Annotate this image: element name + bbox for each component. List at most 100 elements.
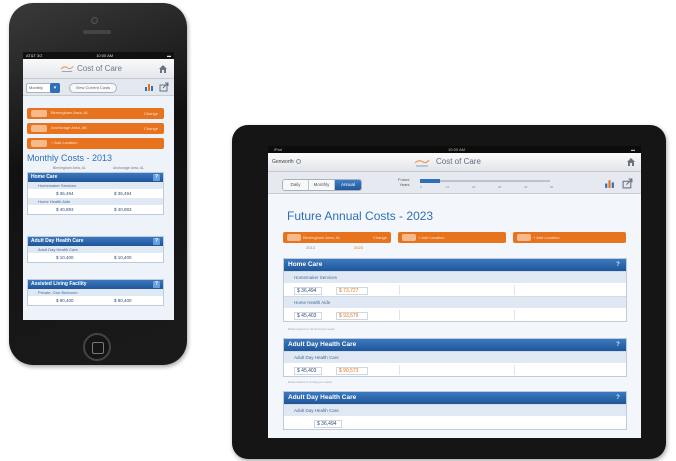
add-location-label: + Add Location [51,140,78,145]
card-title: Assisted Living Facility [31,281,87,287]
change-link[interactable]: Change [144,111,158,116]
speaker-grille [83,30,111,34]
add-location-label: + Add Location [533,235,560,240]
card-title: Home Care [288,261,323,268]
cost-value: $ 36,494 [56,191,74,196]
home-button[interactable] [83,333,111,361]
card-header: Adult Day Health Care? [284,339,626,351]
tab-monthly[interactable]: Monthly [309,180,335,190]
help-icon[interactable]: ? [153,174,160,181]
values-row: $ 10,400 $ 10,400 [28,253,163,262]
location-button[interactable]: Anchorage Area, AK Change [27,123,164,134]
year-label: 2013 [306,245,315,250]
tablet-screen: iPad 10:00 AM ▬ Genworth Cost of Care Da… [268,146,641,438]
help-icon[interactable]: ? [614,394,622,402]
map-icon [31,125,47,132]
cost-of-care-logo-icon [60,65,74,72]
service-label: Homemaker Services [28,182,163,189]
add-location-button[interactable]: + Add Location [513,232,626,243]
brand-button[interactable]: Genworth [272,159,302,165]
service-label: Home Health Aide [284,296,626,307]
values-row: $ 36,494 $ 73,727 [284,282,626,296]
home-icon[interactable] [626,157,636,167]
period-select[interactable]: Monthly ▾ [26,83,60,93]
current-cost-value: $ 36,494 [314,420,342,428]
footnote: Rates based on 5 days per week [288,380,332,384]
help-icon[interactable]: ? [153,238,160,245]
cost-value: $ 36,494 [114,191,132,196]
home-care-card: Home Care? Homemaker Services $ 36,494 $ … [27,172,164,215]
device-label: iPad [274,147,283,152]
card-header: Home Care? [284,259,626,271]
location-name: Birmingham Area, AL [51,110,89,115]
help-icon[interactable]: ? [614,341,622,349]
slider-tick-label: 20 [472,185,476,189]
time-label: 10:00 AM [448,147,465,152]
location-button[interactable]: Birmingham Area, AL Change [283,232,391,243]
future-years-slider[interactable] [420,179,550,183]
bar-chart-icon[interactable] [144,82,154,92]
cost-value: $ 10,400 [56,255,74,260]
year-label: 2023 [354,245,363,250]
adult-day-card: Adult Day Health Care? Adult Day Health … [27,236,164,263]
values-row: $ 36,494 [284,415,626,429]
future-cost-value: $ 73,727 [336,287,368,295]
cost-value: $ 10,400 [114,255,132,260]
chevron-down-icon: ▾ [50,83,60,93]
phone-title-bar: Cost of Care [23,59,174,79]
battery-icon: ▬ [167,53,171,58]
map-icon [31,110,47,117]
help-icon[interactable]: ? [614,261,622,269]
app-title: Cost of Care [77,64,122,73]
page-title: Future Annual Costs - 2023 [287,209,434,223]
change-link[interactable]: Change [144,126,158,131]
card-title: Adult Day Health Care [288,341,357,348]
service-label: Private, One Bedroom [28,289,163,296]
location-button[interactable]: Birmingham Area, AL Change [27,108,164,119]
location-name: Anchorage Area, AK [51,125,88,130]
brand-label: Genworth [272,159,294,165]
bar-chart-icon[interactable] [604,178,615,189]
slider-tick-label: 40 [524,185,528,189]
values-row: $ 45,403 $ 93,579 [284,307,626,321]
card-header: Adult Day Health Care? [28,237,163,246]
share-icon[interactable] [622,178,633,189]
period-select-value: Monthly [29,85,44,90]
add-location-label: + Add Location [418,235,445,240]
column-divider [399,310,400,320]
current-cost-value: $ 45,403 [294,312,322,320]
tab-annual[interactable]: Annual [335,180,361,190]
values-row: $ 40,893 $ 40,893 [28,205,163,214]
help-icon[interactable]: ? [153,281,160,288]
service-label: Adult Day Health Care [284,351,626,362]
footnote: Rates based on 44 hours per week [288,327,335,331]
slider-tick-label: 30 [498,185,502,189]
tablet-toolbar: Daily Monthly Annual Future Years 0 10 20 30… [268,172,641,194]
future-years-label: Future Years [398,177,410,187]
add-location-button[interactable]: + Add Location [398,232,506,243]
share-icon[interactable] [159,82,169,92]
column-divider [399,285,400,295]
cost-value: $ 40,893 [114,207,132,212]
battery-icon: ▬ [630,147,635,152]
cost-value: $ 40,893 [56,207,74,212]
years-label: Years [399,182,410,187]
home-icon[interactable] [158,64,168,74]
card-header: Assisted Living Facility? [28,280,163,289]
current-cost-value: $ 36,494 [294,287,322,295]
adult-day-card: Adult Day Health Care? Adult Day Health … [283,338,627,377]
card-title: Adult Day Health Care [31,238,84,244]
cost-value: $ 80,400 [114,298,132,303]
add-location-button[interactable]: + Add Location [27,138,164,149]
change-link[interactable]: Change [373,235,387,240]
column-divider [514,310,515,320]
map-icon [517,234,531,241]
values-row: $ 45,403 $ 90,573 [284,362,626,376]
page-title: Monthly Costs - 2013 [27,153,113,163]
slider-ticks: 0 10 20 30 40 50 [420,185,553,189]
map-icon [402,234,416,241]
tab-daily[interactable]: Daily [283,180,309,190]
card-header: Home Care? [28,173,163,182]
home-care-card: Home Care? Homemaker Services $ 36,494 $ … [283,258,627,322]
view-costs-button[interactable]: View Current Costs [69,83,117,93]
